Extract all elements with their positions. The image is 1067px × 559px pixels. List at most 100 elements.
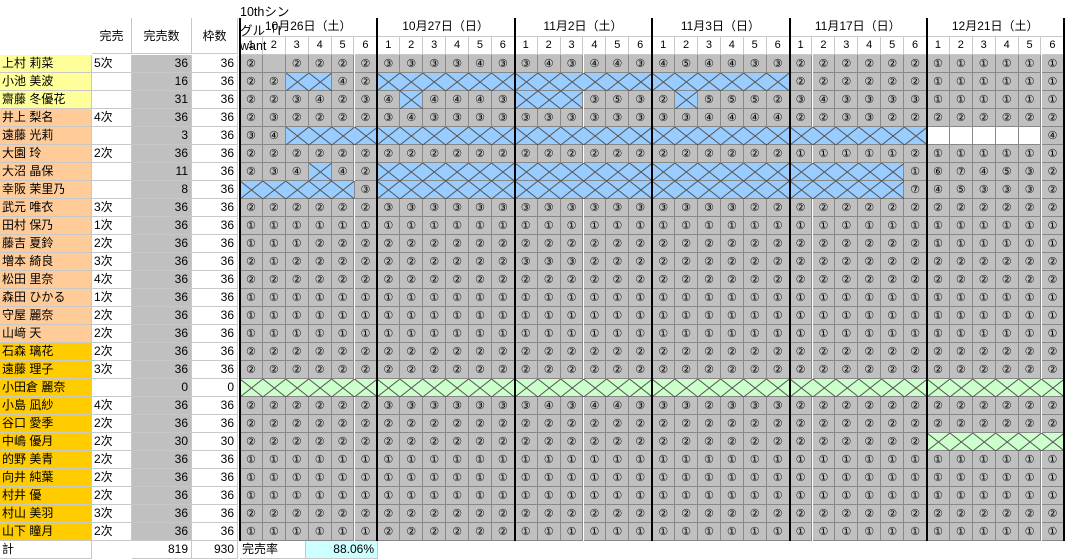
- sold-out-marker: ①: [354, 325, 378, 343]
- sold-out-marker: ①: [446, 487, 469, 505]
- sold-out-marker: ①: [835, 451, 859, 469]
- sold-out-marker: ①: [972, 451, 996, 469]
- sold-out-marker: ③: [560, 397, 584, 415]
- sold-out-marker: ②: [629, 361, 653, 379]
- sold-out-marker: ①: [1018, 55, 1042, 73]
- sold-out-marker: ②: [469, 505, 492, 523]
- unavailable-slot: [377, 127, 515, 145]
- sold-out-marker: ①: [652, 217, 676, 235]
- sold-out-marker: ②: [285, 271, 309, 289]
- sold-out-marker: ①: [1018, 73, 1042, 91]
- sold-out-marker: ①: [354, 523, 378, 541]
- sold-out-marker: ②: [331, 55, 355, 73]
- sold-out-marker: ③: [423, 55, 447, 73]
- sold-out-marker: ②: [904, 145, 927, 163]
- slot-count: 36: [192, 91, 238, 109]
- sold-out-marker: ⑤: [720, 91, 744, 109]
- sold-out-marker: ①: [560, 289, 584, 307]
- sold-count: 36: [132, 343, 192, 361]
- sold-out-marker: ③: [766, 397, 790, 415]
- member-name: 小池 美波: [0, 73, 92, 91]
- session-number: 6: [491, 37, 515, 55]
- slot-count: 36: [192, 343, 238, 361]
- session-number: 4: [308, 37, 332, 55]
- sold-out-marker: ②: [675, 433, 698, 451]
- sold-out-marker: ②: [766, 271, 790, 289]
- session-number: 1: [514, 37, 538, 55]
- sold-out-marker: ①: [240, 487, 263, 505]
- sold-out-marker: ②: [995, 361, 1019, 379]
- sold-count: 36: [132, 253, 192, 271]
- sold-out-marker: ②: [698, 235, 721, 253]
- sold-out-marker: ②: [514, 343, 538, 361]
- sold-count: 36: [132, 469, 192, 487]
- sold-out-marker: ②: [606, 271, 630, 289]
- sold-out-marker: ②: [583, 361, 607, 379]
- sold-out-marker: ①: [262, 253, 286, 271]
- sold-out-marker: ①: [285, 451, 309, 469]
- sold-out-marker: ①: [972, 289, 996, 307]
- sold-out-marker: ②: [698, 343, 721, 361]
- sold-out-marker: ①: [995, 307, 1019, 325]
- sold-out-marker: ②: [583, 415, 607, 433]
- sold-out-marker: ②: [858, 253, 882, 271]
- sold-out-marker: ②: [720, 271, 744, 289]
- sold-round: 2次: [92, 307, 132, 325]
- unavailable-slot: [400, 91, 424, 109]
- sold-out-marker: ①: [720, 217, 744, 235]
- sold-out-marker: ①: [583, 523, 607, 541]
- sold-out-marker: ②: [652, 361, 676, 379]
- sold-out-marker: ①: [583, 307, 607, 325]
- sold-out-marker: ②: [240, 91, 263, 109]
- sold-out-marker: ①: [240, 469, 263, 487]
- sold-out-marker: ②: [949, 397, 973, 415]
- sold-out-marker: ①: [606, 469, 630, 487]
- sold-round: [92, 73, 132, 91]
- session-number: 3: [835, 37, 859, 55]
- sold-out-marker: ②: [308, 343, 332, 361]
- sold-out-marker: ②: [972, 505, 996, 523]
- sold-out-marker: ①: [972, 487, 996, 505]
- member-name: 村山 美羽: [0, 505, 92, 523]
- unavailable-slot: [377, 379, 515, 397]
- sold-out-marker: ②: [514, 505, 538, 523]
- footer-rate-label: 完売率: [240, 541, 306, 559]
- slot-count: 36: [192, 325, 238, 343]
- sold-round: 2次: [92, 469, 132, 487]
- sold-out-marker: ①: [812, 289, 836, 307]
- sold-out-marker: ②: [606, 235, 630, 253]
- sold-out-marker: ②: [835, 253, 859, 271]
- member-name: 幸阪 茉里乃: [0, 181, 92, 199]
- sold-out-marker: ①: [606, 217, 630, 235]
- sold-out-marker: ①: [469, 289, 492, 307]
- sold-out-marker: ②: [812, 415, 836, 433]
- sold-out-marker: ②: [354, 505, 378, 523]
- sold-out-marker: ①: [606, 523, 630, 541]
- sold-out-marker: ③: [491, 199, 515, 217]
- sold-out-marker: ④: [537, 397, 561, 415]
- session-number: 2: [400, 37, 424, 55]
- sold-out-marker: ①: [881, 145, 905, 163]
- sold-count: 36: [132, 361, 192, 379]
- session-number: 3: [423, 37, 447, 55]
- sold-out-marker: ①: [308, 469, 332, 487]
- sold-out-marker: ①: [285, 523, 309, 541]
- sold-out-marker: ②: [606, 433, 630, 451]
- sold-round: [92, 163, 132, 181]
- sold-out-marker: ①: [904, 217, 927, 235]
- sold-out-marker: ①: [285, 307, 309, 325]
- session-number: 6: [904, 37, 927, 55]
- sold-out-marker: ④: [446, 91, 469, 109]
- sold-out-marker: ②: [904, 415, 927, 433]
- sold-out-marker: ②: [240, 55, 263, 73]
- sold-out-marker: ①: [308, 523, 332, 541]
- sold-out-marker: ②: [766, 433, 790, 451]
- sold-out-marker: ①: [904, 487, 927, 505]
- sold-out-marker: ②: [331, 415, 355, 433]
- sold-out-marker: ①: [377, 325, 401, 343]
- sold-out-marker: ②: [560, 433, 584, 451]
- sold-out-marker: ②: [331, 199, 355, 217]
- sold-out-marker: ①: [720, 307, 744, 325]
- sold-out-marker: ②: [240, 109, 263, 127]
- member-name: 松田 里奈: [0, 271, 92, 289]
